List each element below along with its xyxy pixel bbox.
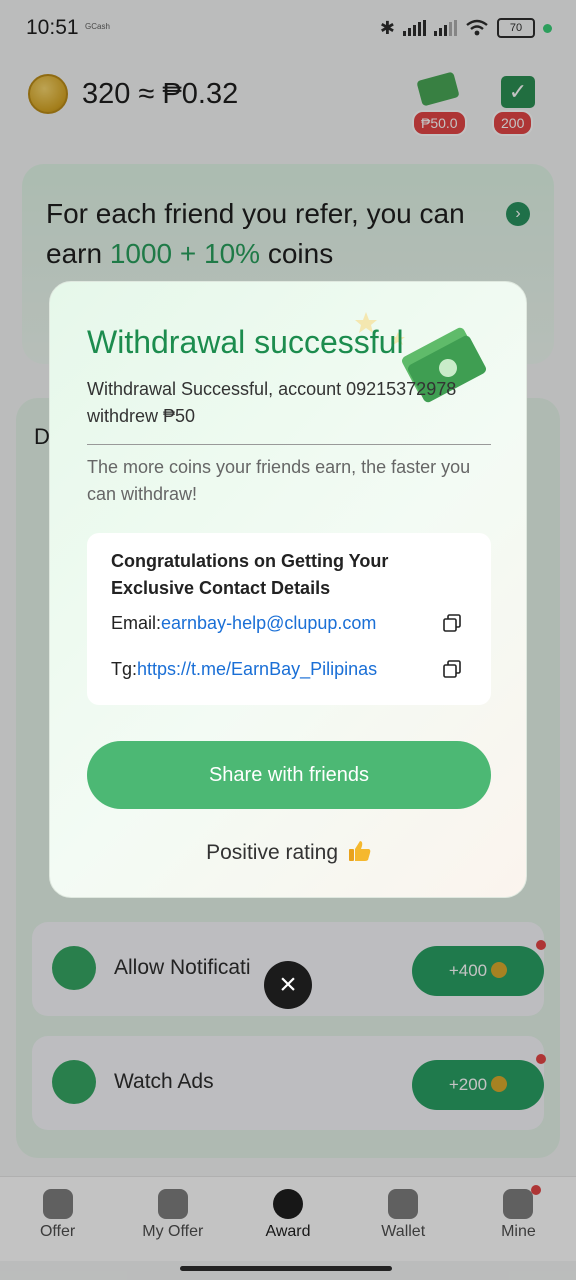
thumbs-up-icon bbox=[348, 841, 371, 861]
rating-label: Positive rating bbox=[206, 841, 339, 864]
telegram-label: Tg: bbox=[111, 659, 138, 679]
email-row: Email:earnbay-help@clupup.com bbox=[111, 613, 376, 634]
share-with-friends-button[interactable]: Share with friends bbox=[87, 741, 491, 809]
divider bbox=[87, 444, 491, 445]
contact-title: Congratulations on Getting Your Exclusiv… bbox=[111, 551, 389, 598]
withdrawal-success-dialog: Withdrawal successful Withdrawal Success… bbox=[49, 281, 527, 898]
contact-details-box: Congratulations on Getting Your Exclusiv… bbox=[87, 533, 491, 705]
dialog-title: Withdrawal successful bbox=[87, 324, 404, 360]
withdrawal-note: The more coins your friends earn, the fa… bbox=[87, 457, 471, 504]
close-dialog-button[interactable]: × bbox=[264, 961, 312, 1009]
telegram-link[interactable]: https://t.me/EarnBay_Pilipinas bbox=[137, 659, 377, 679]
copy-icon[interactable] bbox=[443, 614, 461, 632]
withdrawal-message: Withdrawal Successful, account 092153729… bbox=[87, 379, 457, 426]
email-link[interactable]: earnbay-help@clupup.com bbox=[161, 613, 376, 633]
email-label: Email: bbox=[111, 613, 162, 633]
telegram-row: Tg:https://t.me/EarnBay_Pilipinas bbox=[111, 659, 377, 680]
close-icon: × bbox=[279, 968, 297, 1001]
copy-icon[interactable] bbox=[443, 660, 461, 678]
positive-rating-link[interactable]: Positive rating bbox=[50, 840, 526, 865]
